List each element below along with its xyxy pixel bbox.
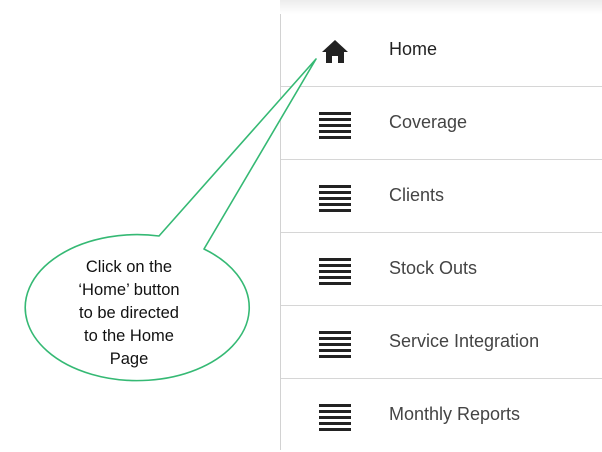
callout-line: Page — [109, 349, 149, 368]
callout-line: to the Home — [84, 326, 174, 345]
callout-bubble — [24, 58, 317, 382]
callout-line: to be directed — [79, 303, 179, 322]
callout-text: Click on the ‘Home’ button to be directe… — [40, 251, 218, 375]
callout-line: ‘Home’ button — [78, 280, 180, 299]
callout-line: Click on the — [85, 257, 173, 276]
